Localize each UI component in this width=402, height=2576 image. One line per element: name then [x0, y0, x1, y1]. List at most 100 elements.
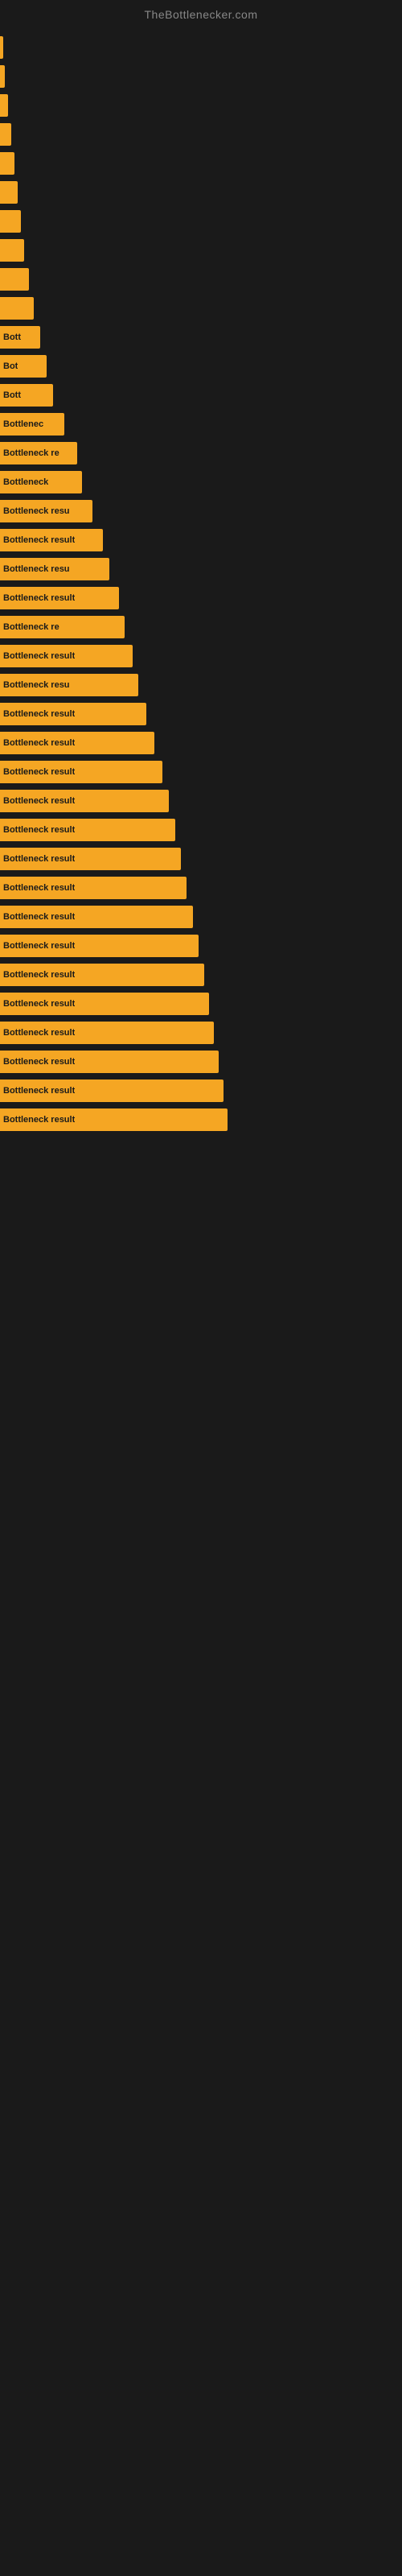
- bar-label: Bott: [3, 390, 21, 400]
- bar-label: Bottleneck result: [3, 912, 75, 922]
- bar-label: Bottleneck result: [3, 1028, 75, 1038]
- bar-label: Bottleneck result: [3, 796, 75, 806]
- bar-label: Bottleneck result: [3, 825, 75, 835]
- bar-label: Bottleneck resu: [3, 564, 70, 574]
- bar-row: Bottleneck result: [0, 873, 402, 902]
- bar: Bottleneck result: [0, 877, 187, 899]
- bar-row: Bott: [0, 381, 402, 410]
- bar-row: Bottleneck result: [0, 786, 402, 815]
- bars-container: Bott Bot Bott Bottlenec Bottleneck re Bottlen…: [0, 25, 402, 1142]
- bar: Bottleneck result: [0, 732, 154, 754]
- bar-row: Bottleneck result: [0, 1018, 402, 1047]
- bar: [0, 36, 3, 59]
- bar-row: Bottleneck result: [0, 1105, 402, 1134]
- bar-row: [0, 294, 402, 323]
- bar: Bottleneck result: [0, 645, 133, 667]
- bar-row: [0, 62, 402, 91]
- bar: Bottleneck re: [0, 616, 125, 638]
- bar: [0, 94, 8, 117]
- bar-label: Bottleneck: [3, 477, 48, 487]
- bar: Bottleneck result: [0, 529, 103, 551]
- bar: [0, 297, 34, 320]
- bar: Bottleneck result: [0, 935, 199, 957]
- bar-label: Bottleneck result: [3, 738, 75, 748]
- bar: [0, 239, 24, 262]
- bar: Bottleneck result: [0, 761, 162, 783]
- bar-label: Bottlenec: [3, 419, 43, 429]
- bar-row: Bottleneck result: [0, 584, 402, 613]
- bar: Bott: [0, 326, 40, 349]
- bar-row: Bottleneck resu: [0, 497, 402, 526]
- bar-row: Bottleneck: [0, 468, 402, 497]
- bar: Bottleneck resu: [0, 500, 92, 522]
- bar-label: Bottleneck result: [3, 1115, 75, 1125]
- bar: Bott: [0, 384, 53, 407]
- bar: Bottleneck resu: [0, 558, 109, 580]
- bar-label: Bottleneck re: [3, 622, 59, 632]
- bar: [0, 268, 29, 291]
- bar-row: [0, 149, 402, 178]
- bar-row: Bottleneck result: [0, 642, 402, 671]
- bar: [0, 65, 5, 88]
- bar-label: Bottleneck re: [3, 448, 59, 458]
- bar-row: [0, 91, 402, 120]
- bar-row: Bottleneck result: [0, 1076, 402, 1105]
- bar: [0, 210, 21, 233]
- bar-label: Bottleneck result: [3, 999, 75, 1009]
- bar: Bottleneck result: [0, 993, 209, 1015]
- bar-label: Bottleneck result: [3, 767, 75, 777]
- bar-row: [0, 207, 402, 236]
- bar-row: Bottleneck resu: [0, 555, 402, 584]
- bar-label: Bottleneck result: [3, 651, 75, 661]
- bar-row: Bott: [0, 323, 402, 352]
- bar-label: Bot: [3, 361, 18, 371]
- bar-label: Bottleneck result: [3, 1086, 75, 1096]
- bar: [0, 123, 11, 146]
- bar-label: Bottleneck result: [3, 970, 75, 980]
- bar: Bottleneck result: [0, 1108, 228, 1131]
- bar-label: Bott: [3, 332, 21, 342]
- bar: [0, 152, 14, 175]
- bar: Bottleneck result: [0, 703, 146, 725]
- bar: Bottleneck result: [0, 1051, 219, 1073]
- bar-row: Bottleneck result: [0, 902, 402, 931]
- bar: Bottleneck result: [0, 819, 175, 841]
- bar-row: [0, 236, 402, 265]
- bar: Bottleneck result: [0, 790, 169, 812]
- bar: Bottleneck result: [0, 964, 204, 986]
- bar-row: Bottlenec: [0, 410, 402, 439]
- bar-row: Bottleneck result: [0, 989, 402, 1018]
- bar-row: Bottleneck result: [0, 758, 402, 786]
- bar: Bottleneck result: [0, 587, 119, 609]
- bar-row: Bottleneck result: [0, 729, 402, 758]
- bar: Bottleneck result: [0, 906, 193, 928]
- bar-row: Bottleneck resu: [0, 671, 402, 700]
- bar: Bottleneck re: [0, 442, 77, 464]
- bar-label: Bottleneck result: [3, 593, 75, 603]
- bar: [0, 181, 18, 204]
- bar-row: Bottleneck re: [0, 613, 402, 642]
- bar: Bottleneck result: [0, 1022, 214, 1044]
- bar-row: Bottleneck result: [0, 844, 402, 873]
- bar: Bottleneck result: [0, 1080, 224, 1102]
- bar-row: Bot: [0, 352, 402, 381]
- bar-row: [0, 120, 402, 149]
- bar-row: Bottleneck result: [0, 815, 402, 844]
- bar-row: Bottleneck result: [0, 1047, 402, 1076]
- bar: Bottleneck: [0, 471, 82, 493]
- bar-row: Bottleneck result: [0, 526, 402, 555]
- bar-label: Bottleneck result: [3, 709, 75, 719]
- bar-row: Bottleneck result: [0, 700, 402, 729]
- bar-label: Bottleneck result: [3, 535, 75, 545]
- bar-row: Bottleneck re: [0, 439, 402, 468]
- bar: Bottleneck result: [0, 848, 181, 870]
- bar-label: Bottleneck result: [3, 941, 75, 951]
- bar: Bottleneck resu: [0, 674, 138, 696]
- bar-label: Bottleneck result: [3, 854, 75, 864]
- bar-row: [0, 178, 402, 207]
- bar-row: Bottleneck result: [0, 960, 402, 989]
- bar: Bot: [0, 355, 47, 378]
- bar: Bottlenec: [0, 413, 64, 436]
- bar-label: Bottleneck resu: [3, 506, 70, 516]
- bar-label: Bottleneck result: [3, 1057, 75, 1067]
